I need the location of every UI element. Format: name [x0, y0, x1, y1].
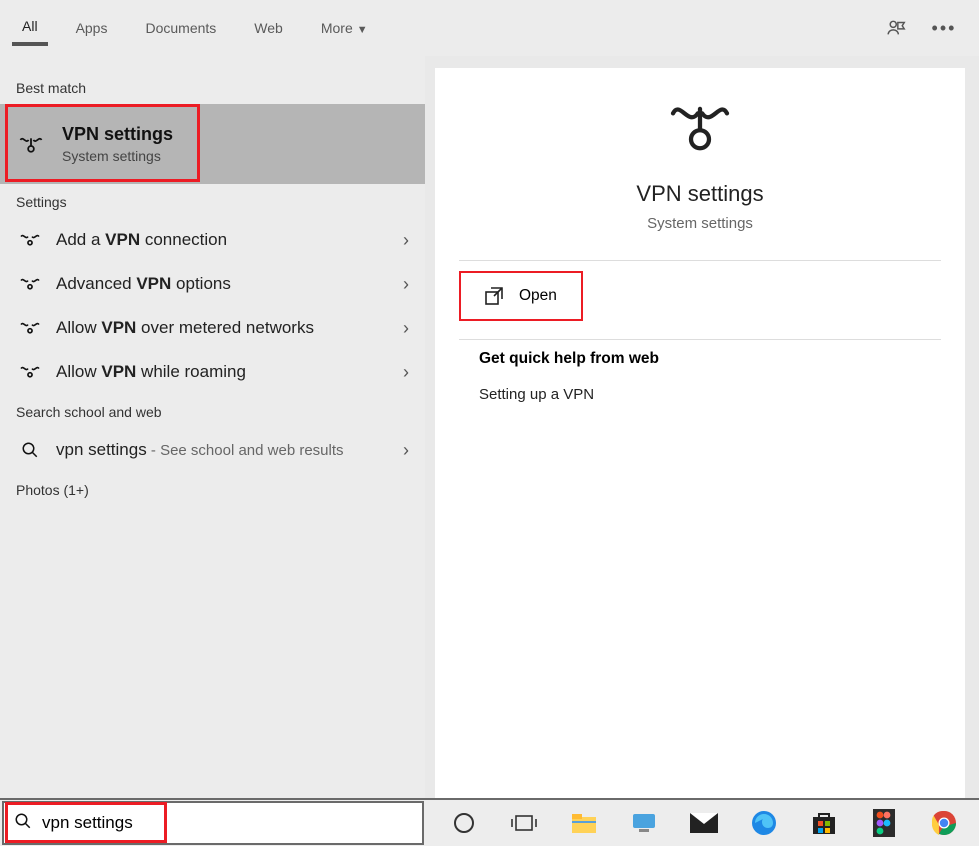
section-best-match: Best match: [0, 70, 425, 104]
vpn-icon: [16, 131, 46, 157]
task-view-icon[interactable]: [508, 807, 540, 839]
taskbar: [0, 798, 979, 846]
open-button[interactable]: Open: [459, 271, 583, 321]
chevron-right-icon: ›: [403, 230, 409, 251]
feedback-icon[interactable]: [883, 15, 909, 41]
edge-icon[interactable]: [748, 807, 780, 839]
tab-documents[interactable]: Documents: [135, 12, 226, 44]
vpn-icon: [664, 98, 736, 163]
vpn-icon: [16, 320, 44, 336]
tab-more[interactable]: More▼: [311, 12, 378, 44]
tab-all[interactable]: All: [12, 10, 48, 46]
open-icon: [485, 287, 503, 305]
file-explorer-icon[interactable]: [568, 807, 600, 839]
settings-item-vpn-metered[interactable]: Allow VPN over metered networks ›: [0, 306, 425, 350]
store-icon[interactable]: [808, 807, 840, 839]
taskbar-search[interactable]: [2, 801, 424, 845]
help-link-setup-vpn[interactable]: Setting up a VPN: [479, 386, 921, 403]
app-icon[interactable]: [628, 807, 660, 839]
preview-panel: VPN settings System settings Open Get qu…: [435, 68, 965, 798]
best-match-item[interactable]: VPN settings System settings: [0, 104, 425, 184]
search-icon: [14, 812, 32, 835]
figma-icon[interactable]: [868, 807, 900, 839]
help-title: Get quick help from web: [479, 350, 921, 368]
more-options-icon[interactable]: •••: [931, 15, 957, 41]
settings-item-add-vpn[interactable]: Add a VPN connection ›: [0, 218, 425, 262]
search-icon: [16, 441, 44, 459]
chevron-right-icon: ›: [403, 440, 409, 461]
open-label: Open: [519, 287, 557, 305]
tabs-row: All Apps Documents Web More▼ •••: [0, 0, 979, 56]
tab-web[interactable]: Web: [244, 12, 293, 44]
settings-item-vpn-roaming[interactable]: Allow VPN while roaming ›: [0, 350, 425, 394]
cortana-icon[interactable]: [448, 807, 480, 839]
chrome-icon[interactable]: [928, 807, 960, 839]
best-match-title: VPN settings: [62, 124, 173, 145]
web-result-item[interactable]: vpn settings - See school and web result…: [0, 428, 425, 472]
tab-apps[interactable]: Apps: [66, 12, 118, 44]
section-settings: Settings: [0, 184, 425, 218]
chevron-right-icon: ›: [403, 274, 409, 295]
chevron-right-icon: ›: [403, 362, 409, 383]
results-panel: Best match VPN settings System settings …: [0, 56, 425, 798]
preview-subtitle: System settings: [647, 215, 753, 232]
best-match-subtitle: System settings: [62, 148, 173, 164]
vpn-icon: [16, 364, 44, 380]
vpn-icon: [16, 276, 44, 292]
section-search-web: Search school and web: [0, 394, 425, 428]
mail-icon[interactable]: [688, 807, 720, 839]
chevron-right-icon: ›: [403, 318, 409, 339]
preview-title: VPN settings: [636, 181, 763, 207]
section-photos: Photos (1+): [0, 472, 425, 506]
settings-item-advanced-vpn[interactable]: Advanced VPN options ›: [0, 262, 425, 306]
search-input[interactable]: [42, 813, 412, 833]
vpn-icon: [16, 232, 44, 248]
